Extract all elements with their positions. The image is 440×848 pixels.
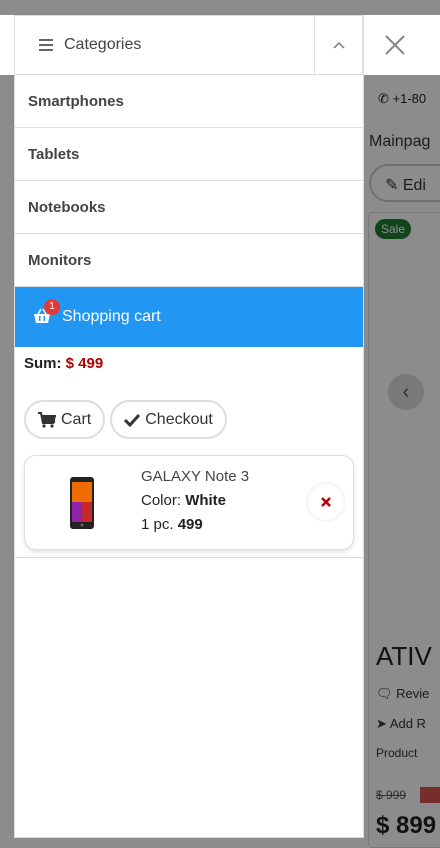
cart-sum: Sum: $ 499	[24, 355, 354, 377]
category-monitors[interactable]: Monitors	[15, 234, 363, 287]
cart-item-name[interactable]: GALAXY Note 3	[141, 468, 249, 485]
categories-toggle-button[interactable]	[314, 16, 362, 74]
close-sidebar-button[interactable]	[364, 15, 425, 75]
categories-title: Categories	[64, 36, 142, 53]
cart-actions: Cart Checkout	[24, 400, 354, 439]
cart-count-badge: 1	[44, 299, 60, 315]
category-smartphones[interactable]: Smartphones	[15, 75, 363, 128]
cart-button[interactable]: Cart	[24, 400, 106, 439]
sum-label: Sum:	[24, 355, 62, 372]
check-icon	[124, 413, 141, 427]
cart-icon	[38, 411, 56, 428]
remove-icon	[321, 497, 331, 507]
checkout-button-label: Checkout	[145, 410, 213, 428]
cart-item: GALAXY Note 3 Color: White 1 pc. 499	[24, 455, 354, 550]
overlay-top	[0, 0, 440, 15]
category-tablets[interactable]: Tablets	[15, 128, 363, 181]
sidebar-panel: Categories Smartphones Tablets Notebooks…	[14, 15, 364, 838]
chevron-up-icon	[332, 41, 345, 49]
divider	[15, 557, 363, 558]
categories-header[interactable]: Categories	[15, 15, 363, 75]
product-thumbnail[interactable]	[40, 463, 122, 541]
basket-icon: 1	[32, 299, 60, 327]
remove-item-button[interactable]	[308, 484, 344, 520]
category-notebooks[interactable]: Notebooks	[15, 181, 363, 234]
sum-value: $ 499	[65, 355, 104, 372]
cart-item-color: Color: White	[141, 492, 227, 509]
close-icon	[384, 35, 405, 55]
cart-item-quantity: 1 pc. 499	[141, 516, 203, 533]
cart-button-label: Cart	[61, 410, 92, 428]
checkout-button[interactable]: Checkout	[110, 400, 227, 439]
menu-icon	[39, 39, 53, 51]
cart-body: Sum: $ 499 Cart Checkout GALAXY Note 3 C…	[15, 347, 363, 550]
shopping-cart-header[interactable]: 1 Shopping cart	[15, 287, 363, 347]
shopping-cart-title: Shopping cart	[62, 308, 161, 325]
